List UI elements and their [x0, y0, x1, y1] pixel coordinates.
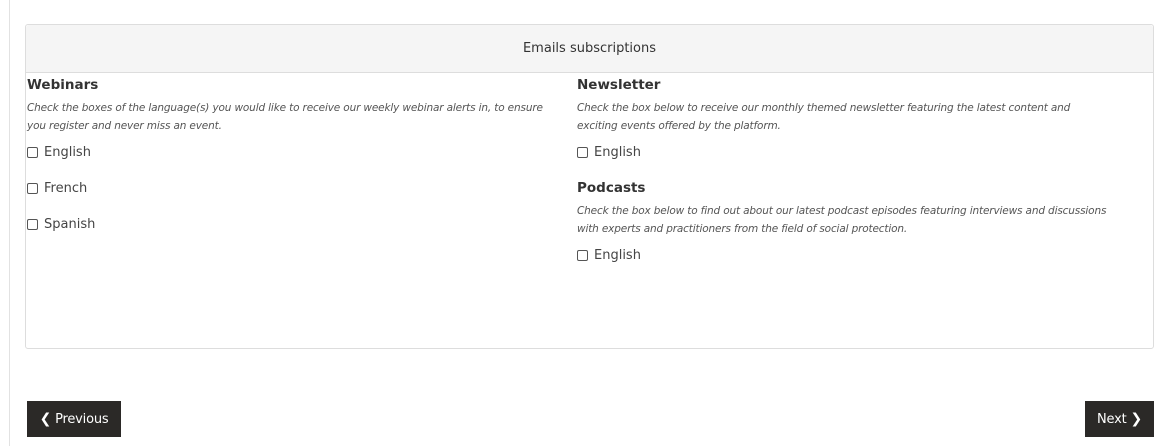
chevron-left-icon: ❮ [39, 411, 52, 427]
webinars-title: Webinars [27, 77, 99, 93]
newsletter-option-english[interactable]: English [577, 142, 1107, 162]
left-divider [9, 0, 10, 446]
podcasts-title: Podcasts [577, 180, 646, 196]
podcasts-description: Check the box below to find out about ou… [577, 205, 1107, 235]
webinars-spanish-label: Spanish [44, 216, 96, 232]
next-button-label: Next [1096, 411, 1127, 427]
webinars-section: Webinars Check the boxes of the language… [27, 68, 557, 234]
webinars-english-checkbox[interactable] [27, 146, 38, 158]
chevron-right-icon: ❯ [1130, 411, 1143, 427]
webinars-french-label: French [44, 180, 88, 196]
webinars-option-spanish[interactable]: Spanish [27, 214, 557, 234]
webinars-option-french[interactable]: French [27, 178, 557, 198]
webinars-description: Check the boxes of the language(s) you w… [27, 102, 543, 132]
webinars-option-english[interactable]: English [27, 142, 557, 162]
podcasts-english-label: English [594, 247, 641, 263]
panel-title: Emails subscriptions [26, 25, 1153, 73]
newsletter-description: Check the box below to receive our month… [577, 102, 1071, 132]
newsletter-english-label: English [594, 144, 641, 160]
previous-button-label: Previous [55, 411, 109, 427]
webinars-french-checkbox[interactable] [27, 182, 38, 194]
newsletter-title: Newsletter [577, 77, 661, 93]
previous-button[interactable]: ❮ Previous [27, 401, 121, 437]
webinars-english-label: English [44, 144, 91, 160]
next-button[interactable]: Next ❯ [1085, 401, 1154, 437]
podcasts-option-english[interactable]: English [577, 245, 1107, 265]
webinars-spanish-checkbox[interactable] [27, 218, 38, 230]
newsletter-podcasts-section: Newsletter Check the box below to receiv… [577, 68, 1107, 265]
podcasts-english-checkbox[interactable] [577, 249, 588, 261]
newsletter-english-checkbox[interactable] [577, 146, 588, 158]
